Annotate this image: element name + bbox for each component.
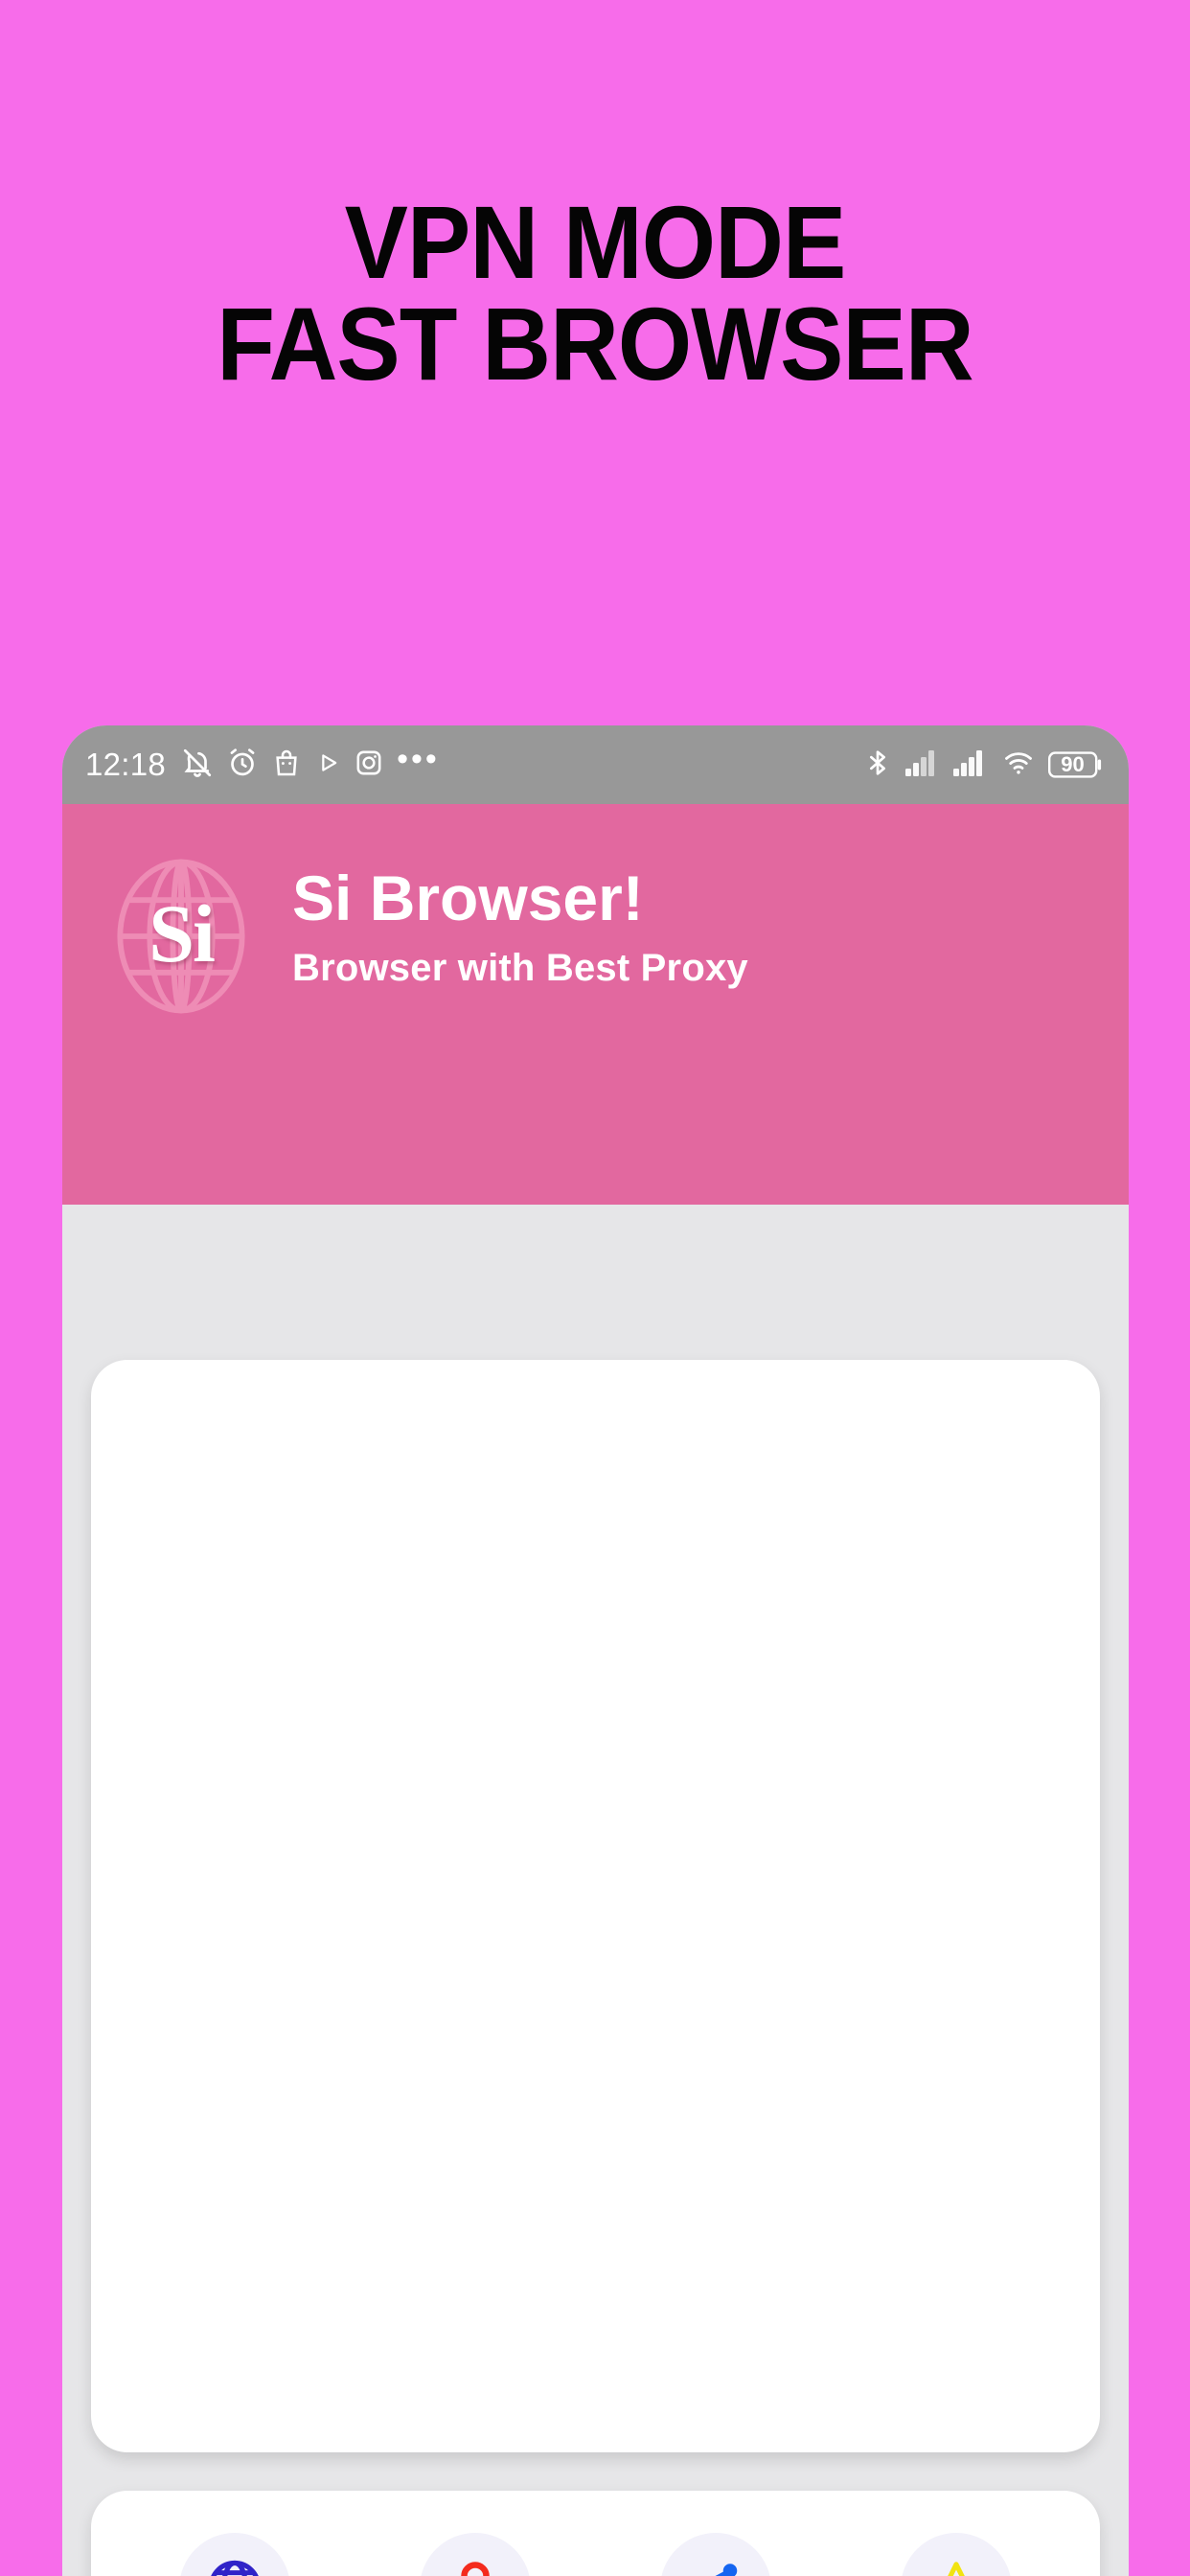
phone-mockup: 12:18 ••• 90 Si Si Browser! Browser with… bbox=[62, 725, 1129, 2576]
action-rate[interactable]: Rate bbox=[851, 2533, 1062, 2576]
wifi-icon bbox=[1000, 748, 1037, 783]
alarm-clock-icon bbox=[226, 747, 259, 784]
signal-bars-2-icon bbox=[952, 748, 989, 782]
headline-line-2: FAST BROWSER bbox=[217, 285, 973, 402]
status-bar: 12:18 ••• 90 bbox=[62, 725, 1129, 804]
battery-icon: 90 bbox=[1048, 749, 1104, 780]
signal-bars-icon bbox=[904, 748, 941, 782]
bell-muted-icon bbox=[181, 747, 214, 784]
battery-level-label: 90 bbox=[1061, 752, 1085, 776]
status-bar-left: 12:18 ••• bbox=[85, 741, 440, 784]
action-share[interactable]: Share bbox=[610, 2533, 821, 2576]
app-body: Browser Privacy bbox=[62, 804, 1129, 2576]
promo-headline: VPN MODE FAST BROWSER bbox=[48, 184, 1143, 402]
bluetooth-icon bbox=[862, 748, 893, 783]
action-browser-icon-bg bbox=[178, 2533, 290, 2576]
action-rate-icon-bg bbox=[901, 2533, 1013, 2576]
action-privacy-icon-bg bbox=[419, 2533, 531, 2576]
lock-icon bbox=[446, 2558, 504, 2576]
promo-screenshot: VPN MODE FAST BROWSER 12:18 ••• 90 Si Si… bbox=[0, 0, 1190, 2576]
action-privacy[interactable]: Privacy bbox=[370, 2533, 581, 2576]
star-icon bbox=[926, 2556, 987, 2576]
headline-line-1: VPN MODE bbox=[344, 184, 847, 300]
action-bar: Browser Privacy bbox=[91, 2491, 1100, 2576]
instagram-icon bbox=[354, 748, 384, 783]
shopping-bag-icon bbox=[271, 748, 302, 783]
status-bar-right: 90 bbox=[862, 748, 1104, 783]
status-bar-clock: 12:18 bbox=[85, 747, 167, 782]
action-share-icon-bg bbox=[660, 2533, 772, 2576]
share-icon bbox=[687, 2558, 744, 2576]
status-overflow-icon: ••• bbox=[397, 741, 440, 777]
play-triangle-icon bbox=[314, 749, 341, 781]
content-card bbox=[91, 1360, 1100, 2452]
globe-icon bbox=[204, 2556, 265, 2576]
action-browser[interactable]: Browser bbox=[129, 2533, 340, 2576]
